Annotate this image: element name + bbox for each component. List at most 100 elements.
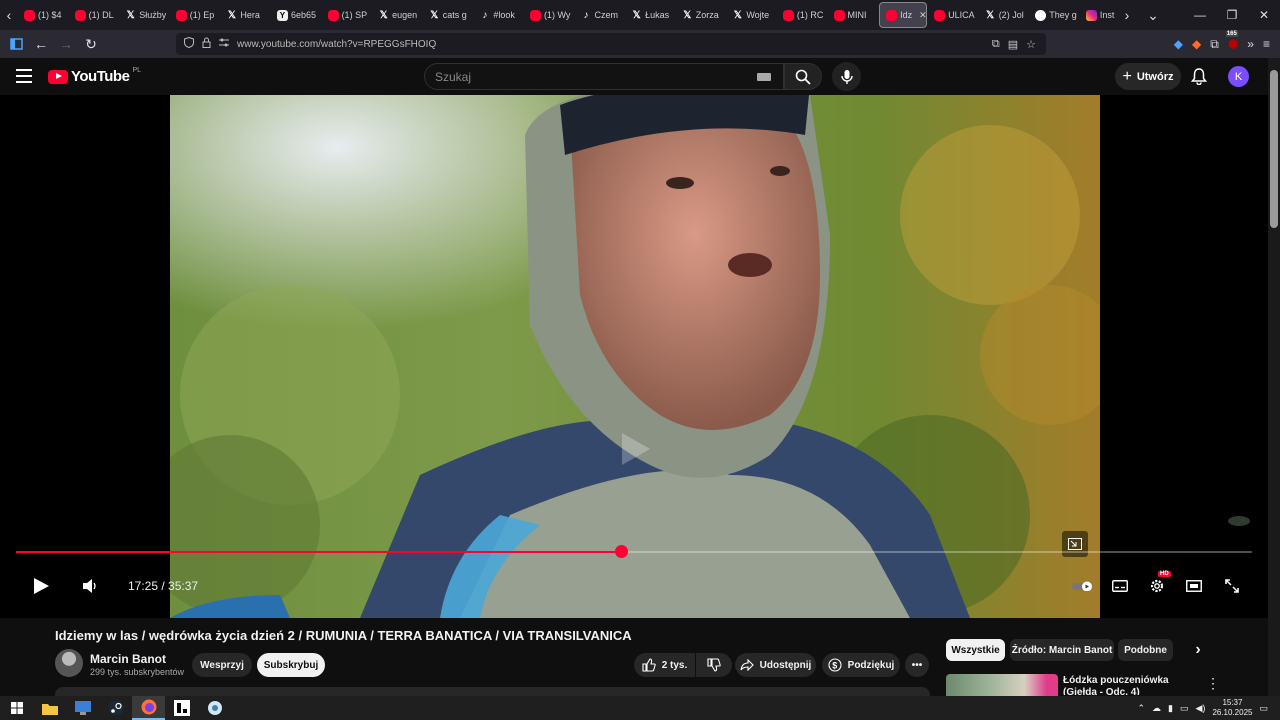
browser-tab[interactable]: MINI <box>828 2 879 28</box>
back-button[interactable]: ← <box>29 32 53 56</box>
subtitles-button[interactable] <box>1110 576 1130 596</box>
app-menu-icon[interactable]: ≡ <box>1263 37 1270 51</box>
like-button[interactable]: 2 tys. <box>634 653 695 677</box>
thanks-button[interactable]: $ Podziękuj <box>822 653 900 677</box>
notifications-icon[interactable]: ▭ <box>1259 703 1268 714</box>
browser-tab[interactable]: (1) RC <box>777 2 828 28</box>
dislike-button[interactable] <box>696 653 732 677</box>
browser-tab[interactable]: 𝕏 Łukas <box>625 2 676 28</box>
browser-tab[interactable]: ♪ #look <box>473 2 524 28</box>
search-input[interactable]: Szukaj <box>424 63 784 90</box>
cloud-icon[interactable]: ☁ <box>1152 703 1161 714</box>
clock-time: 15:37 <box>1222 698 1243 707</box>
hamburger-menu-icon[interactable] <box>16 69 32 83</box>
subscribe-button[interactable]: Subskrybuj <box>257 653 325 677</box>
description-box[interactable] <box>55 687 930 696</box>
picture-in-picture-icon[interactable]: ⧉ <box>992 38 1000 51</box>
browser-tab[interactable]: (1) DL <box>69 2 120 28</box>
sidebar-toggle-icon[interactable] <box>4 32 28 56</box>
chip-related[interactable]: Podobne <box>1118 639 1173 661</box>
extensions-puzzle-icon[interactable]: ⧉ <box>1210 37 1219 52</box>
volume-button[interactable] <box>80 576 100 596</box>
account-avatar[interactable]: K <box>1228 66 1249 87</box>
restore-button[interactable]: ❐ <box>1216 0 1248 30</box>
channel-watermark[interactable] <box>1228 516 1250 526</box>
miniplayer-icon[interactable] <box>1062 531 1088 557</box>
usb-icon[interactable]: ▮ <box>1168 703 1173 714</box>
more-actions-button[interactable]: ••• <box>905 653 929 677</box>
fullscreen-button[interactable] <box>1222 576 1242 596</box>
suggestion-menu-icon[interactable]: ⋮ <box>1206 675 1220 692</box>
taskbar-steam[interactable] <box>99 696 132 720</box>
network-icon[interactable]: ▭ <box>1180 703 1189 714</box>
browser-tab[interactable]: Inst <box>1080 2 1118 28</box>
browser-tab[interactable]: 𝕏 Wojte <box>726 2 777 28</box>
browser-tab[interactable]: ULICA <box>928 2 979 28</box>
suggested-video-thumbnail[interactable] <box>946 674 1058 696</box>
chip-all[interactable]: Wszystkie <box>946 639 1005 661</box>
browser-tab[interactable]: 𝕏 Hera <box>220 2 271 28</box>
channel-name[interactable]: Marcin Banot <box>90 652 166 666</box>
browser-tab[interactable]: (1) Ep <box>170 2 221 28</box>
browser-tab[interactable]: 𝕏 Zorza <box>676 2 727 28</box>
browser-tab[interactable]: 𝕏cats g <box>423 2 474 28</box>
tabs-scroll-right-button[interactable]: › <box>1118 0 1136 30</box>
browser-tab[interactable]: (1) SP <box>322 2 373 28</box>
play-button[interactable] <box>30 576 52 596</box>
tab-list-dropdown-button[interactable]: ⌄ <box>1144 0 1162 30</box>
taskbar-app[interactable] <box>165 696 198 720</box>
url-text[interactable]: www.youtube.com/watch?v=RPEGGsFHOIQ <box>237 39 436 50</box>
chips-next-icon[interactable]: › <box>1186 639 1210 661</box>
browser-tab[interactable]: Idz ✕ <box>879 2 928 28</box>
share-button[interactable]: Udostępnij <box>735 653 816 677</box>
fox-extension-icon[interactable]: ◆ <box>1192 37 1201 51</box>
shield-icon[interactable] <box>184 36 194 51</box>
reload-button[interactable]: ↻ <box>79 32 103 56</box>
forward-button[interactable]: → <box>54 32 78 56</box>
lock-icon[interactable] <box>202 37 211 51</box>
support-button[interactable]: Wesprzyj <box>192 653 252 677</box>
speaker-icon[interactable]: ◀) <box>1196 703 1206 714</box>
search-button[interactable] <box>784 63 822 90</box>
keyboard-icon[interactable] <box>757 73 771 81</box>
tabs-scroll-left-button[interactable]: ‹ <box>0 0 18 30</box>
video-player[interactable] <box>0 95 1268 618</box>
address-bar[interactable]: www.youtube.com/watch?v=RPEGGsFHOIQ ⧉ ▤ … <box>176 33 1046 55</box>
chip-source[interactable]: Źródło: Marcin Banot <box>1010 639 1114 661</box>
notifications-bell-icon[interactable] <box>1190 68 1208 90</box>
create-button[interactable]: + Utwórz <box>1115 63 1181 90</box>
taskbar-computer[interactable] <box>66 696 99 720</box>
browser-tab[interactable]: 𝕏 (2) Jol <box>979 2 1030 28</box>
browser-tab[interactable]: 𝕏eugen <box>372 2 423 28</box>
browser-tab[interactable]: (1) Wy <box>524 2 575 28</box>
ublock-extension-icon[interactable]: ⬢ 165 <box>1225 31 1238 51</box>
close-window-button[interactable]: ✕ <box>1248 0 1280 30</box>
youtube-logo[interactable]: YouTube PL <box>48 67 141 85</box>
bookmark-star-icon[interactable]: ☆ <box>1026 38 1036 51</box>
suggested-video-title[interactable]: Łódzka pouczeniówka (Giełda - Odc. 4) <box>1063 675 1198 695</box>
taskbar-utility[interactable] <box>198 696 231 720</box>
browser-tab[interactable]: (1) $4 <box>18 2 69 28</box>
minimize-button[interactable]: — <box>1184 0 1216 30</box>
reader-view-icon[interactable]: ▤ <box>1008 38 1018 51</box>
browser-tab[interactable]: Y 6eb65 <box>271 2 322 28</box>
voice-search-button[interactable] <box>832 62 861 91</box>
browser-tab[interactable]: They g <box>1029 2 1080 28</box>
permissions-icon[interactable] <box>219 38 229 50</box>
browser-tab[interactable]: ♪ Czem <box>575 2 626 28</box>
start-button[interactable] <box>0 696 33 720</box>
vpn-extension-icon[interactable]: ◆ <box>1174 37 1183 51</box>
channel-avatar[interactable] <box>55 649 83 677</box>
browser-tab[interactable]: 𝕏 Służby <box>119 2 170 28</box>
theater-mode-button[interactable] <box>1184 576 1204 596</box>
taskbar-firefox[interactable] <box>132 696 165 720</box>
tab-close-icon[interactable]: ✕ <box>919 10 926 21</box>
scrollbar-thumb[interactable] <box>1270 70 1278 228</box>
taskbar-file-explorer[interactable] <box>33 696 66 720</box>
settings-button[interactable] <box>1147 576 1167 596</box>
system-clock[interactable]: 15:37 26.10.2025 <box>1212 698 1252 718</box>
center-play-icon[interactable] <box>622 433 650 465</box>
autoplay-toggle[interactable] <box>1071 576 1095 596</box>
more-tools-icon[interactable]: » <box>1247 37 1254 51</box>
tray-expand-icon[interactable]: ⌃ <box>1138 703 1146 714</box>
